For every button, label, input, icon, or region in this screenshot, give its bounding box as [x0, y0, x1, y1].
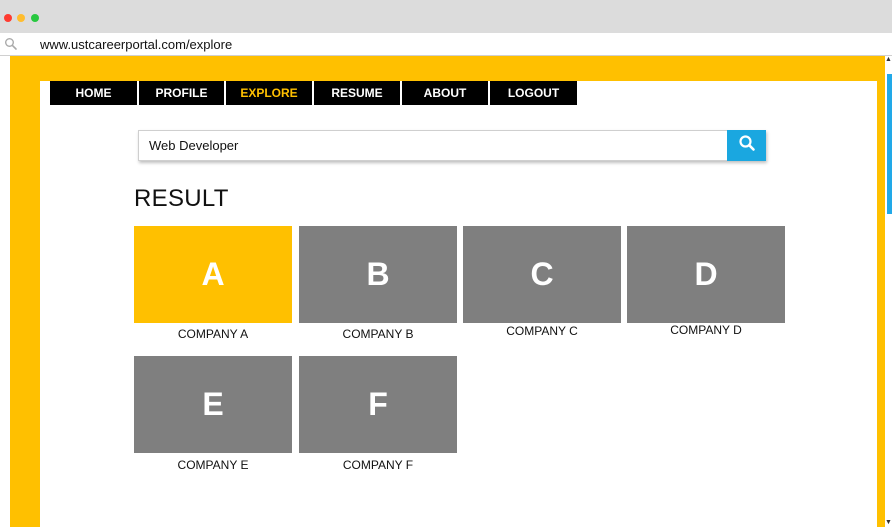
company-tile-f[interactable]: F: [299, 356, 457, 453]
search-icon: [4, 37, 18, 51]
company-tile-e[interactable]: E: [134, 356, 292, 453]
nav-explore[interactable]: EXPLORE: [226, 81, 312, 105]
address-bar[interactable]: www.ustcareerportal.com/explore: [0, 33, 892, 56]
scroll-up-arrow-icon[interactable]: ▲: [885, 56, 892, 64]
company-name-b: COMPANY B: [342, 327, 414, 341]
search-icon: [738, 134, 756, 157]
search-button[interactable]: [727, 130, 766, 161]
nav-home[interactable]: HOME: [50, 81, 137, 105]
title-bar: [0, 0, 892, 33]
scroll-thumb[interactable]: [887, 74, 892, 214]
main-nav: HOME PROFILE EXPLORE RESUME ABOUT LOGOUT: [50, 81, 579, 105]
page-viewport: HOME PROFILE EXPLORE RESUME ABOUT LOGOUT: [0, 56, 892, 527]
browser-window: www.ustcareerportal.com/explore HOME PRO…: [0, 0, 892, 527]
company-name-e: COMPANY E: [177, 458, 249, 472]
nav-logout[interactable]: LOGOUT: [490, 81, 577, 105]
nav-about[interactable]: ABOUT: [402, 81, 488, 105]
minimize-window-button[interactable]: [17, 14, 25, 22]
search-bar: [138, 130, 766, 161]
company-tile-a[interactable]: A: [134, 226, 292, 323]
nav-resume[interactable]: RESUME: [314, 81, 400, 105]
company-name-f: COMPANY F: [342, 458, 414, 472]
search-input[interactable]: [139, 131, 726, 160]
maximize-window-button[interactable]: [31, 14, 39, 22]
company-tile-c[interactable]: C: [463, 226, 621, 323]
company-tile-b[interactable]: B: [299, 226, 457, 323]
page-content: HOME PROFILE EXPLORE RESUME ABOUT LOGOUT: [40, 81, 877, 527]
company-name-c: COMPANY C: [506, 324, 578, 338]
close-window-button[interactable]: [4, 14, 12, 22]
company-tile-d[interactable]: D: [627, 226, 785, 323]
url-text[interactable]: www.ustcareerportal.com/explore: [40, 37, 232, 52]
vertical-scrollbar[interactable]: ▲ ▼: [885, 56, 892, 527]
page-frame: HOME PROFILE EXPLORE RESUME ABOUT LOGOUT: [10, 56, 885, 527]
nav-profile[interactable]: PROFILE: [139, 81, 224, 105]
result-heading: RESULT: [134, 185, 229, 212]
company-name-d: COMPANY D: [670, 323, 742, 337]
company-name-a: COMPANY A: [177, 327, 249, 341]
scroll-down-arrow-icon[interactable]: ▼: [885, 519, 892, 527]
